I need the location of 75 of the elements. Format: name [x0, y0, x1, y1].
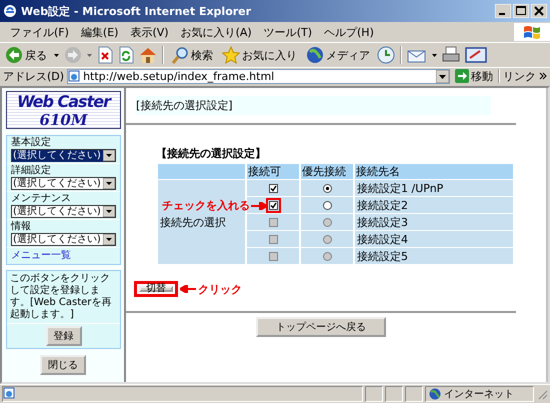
register-note: このボタンをクリックして設定を登録します。[Web Casterを再起動します。] — [9, 272, 112, 322]
menu-dropdown[interactable]: (選択してください) — [11, 205, 116, 218]
callout-label: チェックを入れる — [162, 198, 250, 213]
status-pane — [405, 386, 423, 402]
media-button[interactable]: メディア — [304, 46, 372, 64]
column-header: 優先接続 — [301, 164, 353, 179]
windows-logo-icon — [523, 24, 541, 40]
refresh-button[interactable] — [118, 46, 134, 64]
menu-dropdown[interactable]: (選択してください) — [11, 233, 116, 246]
address-field[interactable]: http://web.setup/index_frame.html — [67, 68, 450, 84]
back-button[interactable]: 戻る — [3, 46, 49, 64]
page-icon — [3, 387, 15, 399]
checkbox[interactable] — [268, 200, 278, 210]
radio-button[interactable] — [322, 200, 332, 210]
dropdown-caret-icon[interactable] — [54, 54, 59, 56]
go-button[interactable]: 移動 — [453, 68, 495, 84]
menu-group-label: 情報 — [11, 221, 31, 233]
menu-item[interactable]: 表示(V) — [124, 24, 175, 40]
table-cell: 接続設定3 — [355, 214, 513, 230]
menu-dropdown[interactable]: (選択してください) — [11, 177, 116, 190]
column-header: 接続可 — [247, 164, 299, 179]
globe-icon — [306, 46, 324, 64]
favorites-button[interactable]: お気に入り — [220, 46, 299, 64]
security-zone: インターネット — [444, 388, 514, 401]
arrow-icon — [180, 285, 196, 293]
menu-item[interactable]: ファイル(F) — [4, 24, 75, 40]
close-button[interactable]: 閉じる — [40, 355, 86, 375]
table-cell: 接続設定4 — [355, 231, 513, 247]
dropdown-button[interactable] — [436, 70, 449, 82]
globe-icon — [429, 388, 441, 400]
table-cell: 接続設定2 — [355, 197, 513, 213]
resize-grip-icon[interactable] — [536, 388, 548, 400]
menu-group-label: 基本設定 — [11, 137, 51, 149]
menu-list-link[interactable]: メニュー一覧 — [7, 248, 75, 264]
product-logo: Web Caster 610M — [6, 91, 121, 129]
maximize-button[interactable] — [513, 4, 529, 18]
table-cell: 接続設定1 /UPnP — [355, 180, 513, 196]
search-icon — [171, 46, 189, 64]
status-pane — [385, 386, 403, 402]
stop-button[interactable] — [97, 46, 113, 64]
dropdown-button[interactable] — [103, 150, 115, 161]
page-icon — [68, 70, 80, 82]
dropdown-caret-icon[interactable] — [432, 54, 437, 56]
menu-dropdown[interactable]: (選択してください) — [11, 149, 116, 162]
close-button[interactable] — [531, 4, 547, 18]
print-button[interactable] — [442, 46, 460, 64]
radio-button[interactable] — [322, 184, 332, 193]
menu-item[interactable]: ツール(T) — [258, 24, 318, 40]
checkbox[interactable] — [268, 184, 278, 193]
register-button[interactable]: 登録 — [46, 326, 82, 346]
dropdown-button[interactable] — [103, 206, 115, 217]
window-title: Web設定 - Microsoft Internet Explorer — [21, 4, 252, 18]
menu-item[interactable]: ヘルプ(H) — [318, 24, 380, 40]
chevron-icon[interactable] — [539, 72, 547, 80]
edit-button[interactable] — [465, 46, 487, 64]
history-button[interactable] — [377, 46, 395, 64]
table-cell: 接続設定5 — [355, 248, 513, 264]
menu-item[interactable]: お気に入り(A) — [174, 24, 258, 40]
menu-group-label: メンテナンス — [11, 193, 71, 205]
menu-item[interactable]: 編集(E) — [74, 24, 124, 40]
menu-group-label: 詳細設定 — [11, 165, 51, 177]
address-label: アドレス(D) — [3, 68, 64, 84]
top-page-button[interactable]: トップページへ戻る — [256, 317, 386, 337]
section-title: 【接続先の選択設定】 — [156, 146, 266, 161]
home-button[interactable] — [139, 46, 157, 64]
search-button[interactable]: 検索 — [169, 46, 215, 64]
page-header: [接続先の選択設定] — [136, 96, 491, 115]
callout-label: クリック — [198, 282, 242, 296]
status-pane — [365, 386, 383, 402]
minimize-button[interactable] — [495, 4, 511, 18]
column-header: 接続先名 — [355, 164, 513, 179]
links-label[interactable]: リンク — [503, 68, 536, 84]
dropdown-button[interactable] — [103, 234, 115, 245]
star-icon — [222, 46, 240, 64]
dropdown-button[interactable] — [103, 178, 115, 189]
